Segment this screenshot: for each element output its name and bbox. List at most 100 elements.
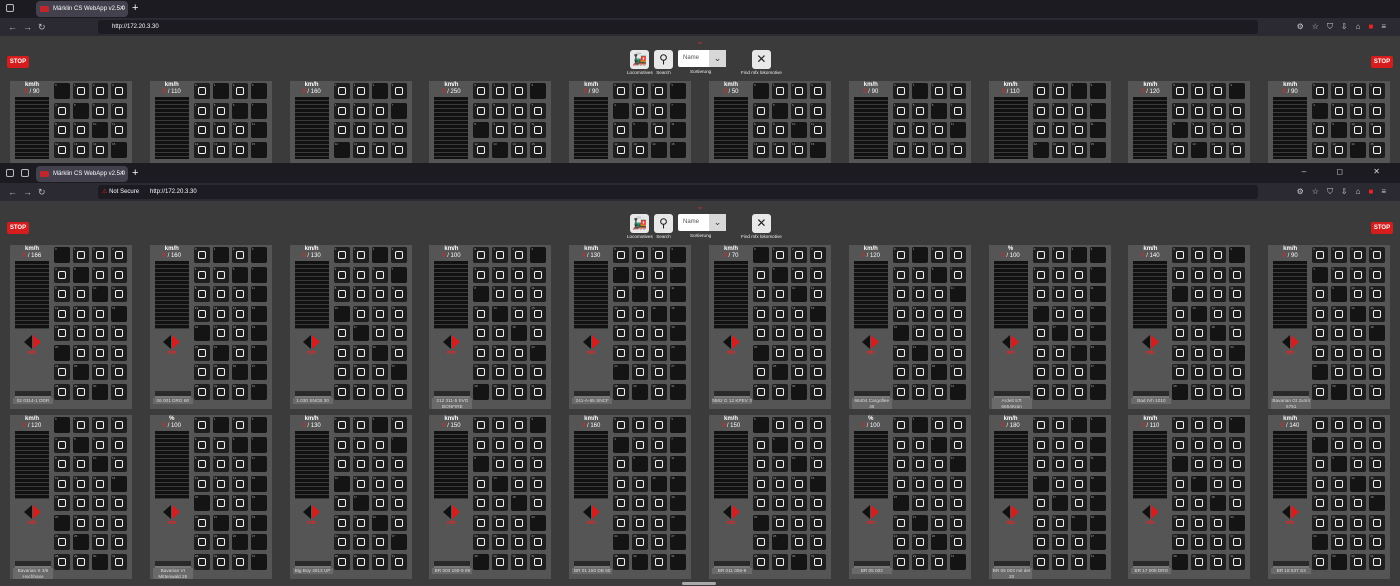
- function-button[interactable]: 28: [473, 553, 490, 570]
- function-button[interactable]: 4: [753, 266, 769, 283]
- direction-toggle[interactable]: [994, 503, 1028, 521]
- function-button[interactable]: 5: [352, 436, 369, 453]
- function-button[interactable]: 2: [791, 417, 807, 433]
- function-button[interactable]: 14: [791, 305, 807, 322]
- function-button[interactable]: 29: [632, 553, 649, 570]
- function-button[interactable]: 13: [1191, 305, 1208, 322]
- function-button[interactable]: 6: [1070, 436, 1087, 453]
- function-button[interactable]: 27: [250, 534, 267, 550]
- function-button[interactable]: 7: [670, 102, 687, 119]
- function-button[interactable]: 20: [333, 514, 350, 531]
- function-button[interactable]: 25: [73, 534, 89, 550]
- function-button[interactable]: 6: [791, 102, 807, 119]
- function-button[interactable]: 15: [810, 305, 826, 322]
- function-button[interactable]: 7: [949, 436, 966, 453]
- function-button[interactable]: 14: [1210, 475, 1227, 492]
- function-button[interactable]: 14: [371, 141, 388, 158]
- function-button[interactable]: 8: [1312, 456, 1329, 472]
- function-button[interactable]: 13: [632, 305, 649, 322]
- function-button[interactable]: 13: [1331, 305, 1348, 322]
- loco-card[interactable]: km/h 0 / 90 0 1 2 3 4 5 6 7 8 9 10 11 12 13 14 15: [848, 81, 971, 163]
- function-button[interactable]: 9: [772, 286, 788, 302]
- function-button[interactable]: 10: [1210, 286, 1227, 302]
- function-button[interactable]: 3: [1089, 247, 1106, 263]
- function-button[interactable]: 17: [492, 495, 509, 511]
- function-button[interactable]: 15: [1369, 475, 1386, 492]
- function-button[interactable]: 16: [473, 495, 490, 511]
- function-button[interactable]: 16: [892, 325, 909, 341]
- function-button[interactable]: 6: [791, 436, 807, 453]
- function-button[interactable]: 18: [651, 495, 668, 511]
- function-button[interactable]: 6: [1350, 102, 1367, 119]
- function-button[interactable]: 17: [352, 495, 369, 511]
- function-button[interactable]: 21: [911, 344, 928, 361]
- function-button[interactable]: 1: [492, 417, 509, 433]
- function-button[interactable]: 2: [930, 247, 947, 263]
- function-button[interactable]: 31: [111, 383, 127, 400]
- function-button[interactable]: 22: [1210, 514, 1227, 531]
- function-button[interactable]: 13: [492, 305, 509, 322]
- function-button[interactable]: 6: [930, 102, 947, 119]
- function-button[interactable]: 3: [810, 247, 826, 263]
- function-button[interactable]: 13: [632, 475, 649, 492]
- function-button[interactable]: 0: [54, 417, 70, 433]
- function-button[interactable]: 28: [1172, 383, 1189, 400]
- function-button[interactable]: 8: [473, 122, 490, 138]
- function-button[interactable]: 8: [333, 456, 350, 472]
- function-button[interactable]: 12: [1312, 305, 1329, 322]
- function-button[interactable]: 28: [613, 553, 630, 570]
- function-button[interactable]: 14: [1210, 141, 1227, 158]
- function-button[interactable]: 22: [651, 344, 668, 361]
- function-button[interactable]: 24: [333, 534, 350, 550]
- function-button[interactable]: 12: [613, 475, 630, 492]
- function-button[interactable]: 11: [250, 456, 267, 472]
- function-button[interactable]: 15: [1369, 305, 1386, 322]
- function-button[interactable]: 1: [492, 247, 509, 263]
- stop-button-left[interactable]: STOP: [7, 222, 29, 234]
- function-button[interactable]: 25: [772, 534, 788, 550]
- function-button[interactable]: 3: [949, 83, 966, 99]
- function-button[interactable]: 29: [911, 553, 928, 570]
- function-button[interactable]: 7: [1369, 102, 1386, 119]
- function-button[interactable]: 18: [511, 495, 528, 511]
- function-button[interactable]: 11: [250, 286, 267, 302]
- function-button[interactable]: 27: [1089, 364, 1106, 380]
- function-button[interactable]: 8: [613, 456, 630, 472]
- loco-card[interactable]: km/h 0 / 166 mfx 02 0314-1 DDR 0 1 2 3 4 5 6 7 8 9 10 1…: [10, 245, 132, 409]
- function-button[interactable]: 21: [632, 344, 649, 361]
- function-button[interactable]: 14: [231, 305, 248, 322]
- loco-card[interactable]: km/h 0 / 180 mfx BR 05 003 mit der 20 0 1 2 3 4 5…: [988, 415, 1111, 579]
- function-button[interactable]: 4: [892, 102, 909, 119]
- function-button[interactable]: 5: [492, 436, 509, 453]
- function-button[interactable]: 10: [1070, 456, 1087, 472]
- function-button[interactable]: 24: [193, 364, 210, 380]
- function-button[interactable]: 7: [390, 102, 407, 119]
- function-button[interactable]: 10: [511, 286, 528, 302]
- function-button[interactable]: 17: [772, 325, 788, 341]
- speed-slider[interactable]: [714, 261, 748, 329]
- function-button[interactable]: 7: [250, 102, 267, 119]
- function-button[interactable]: 17: [1051, 325, 1068, 341]
- window-controls[interactable]: – ◻ ✕: [1302, 167, 1394, 176]
- function-button[interactable]: 12: [753, 141, 769, 158]
- function-button[interactable]: 27: [810, 364, 826, 380]
- function-button[interactable]: 5: [1051, 436, 1068, 453]
- function-button[interactable]: 7: [111, 102, 127, 119]
- function-button[interactable]: 4: [193, 436, 210, 453]
- function-button[interactable]: 6: [1350, 436, 1367, 453]
- function-button[interactable]: 11: [810, 122, 826, 138]
- function-button[interactable]: 12: [333, 475, 350, 492]
- speed-slider[interactable]: [434, 97, 469, 159]
- function-button[interactable]: 15: [390, 141, 407, 158]
- reload-icon[interactable]: ↻: [38, 184, 46, 200]
- function-button[interactable]: 30: [930, 553, 947, 570]
- speed-slider[interactable]: [154, 97, 189, 159]
- function-button[interactable]: 0: [193, 417, 210, 433]
- loco-card[interactable]: km/h 0 / 90 0 1 2 3 4 5 6 7 8 9 10 11 12 13 14 15: [1268, 81, 1391, 163]
- function-button[interactable]: 25: [1191, 534, 1208, 550]
- function-button[interactable]: 2: [1350, 417, 1367, 433]
- function-button[interactable]: 10: [371, 122, 388, 138]
- function-button[interactable]: 6: [231, 266, 248, 283]
- function-button[interactable]: 31: [949, 553, 966, 570]
- function-button[interactable]: 28: [193, 553, 210, 570]
